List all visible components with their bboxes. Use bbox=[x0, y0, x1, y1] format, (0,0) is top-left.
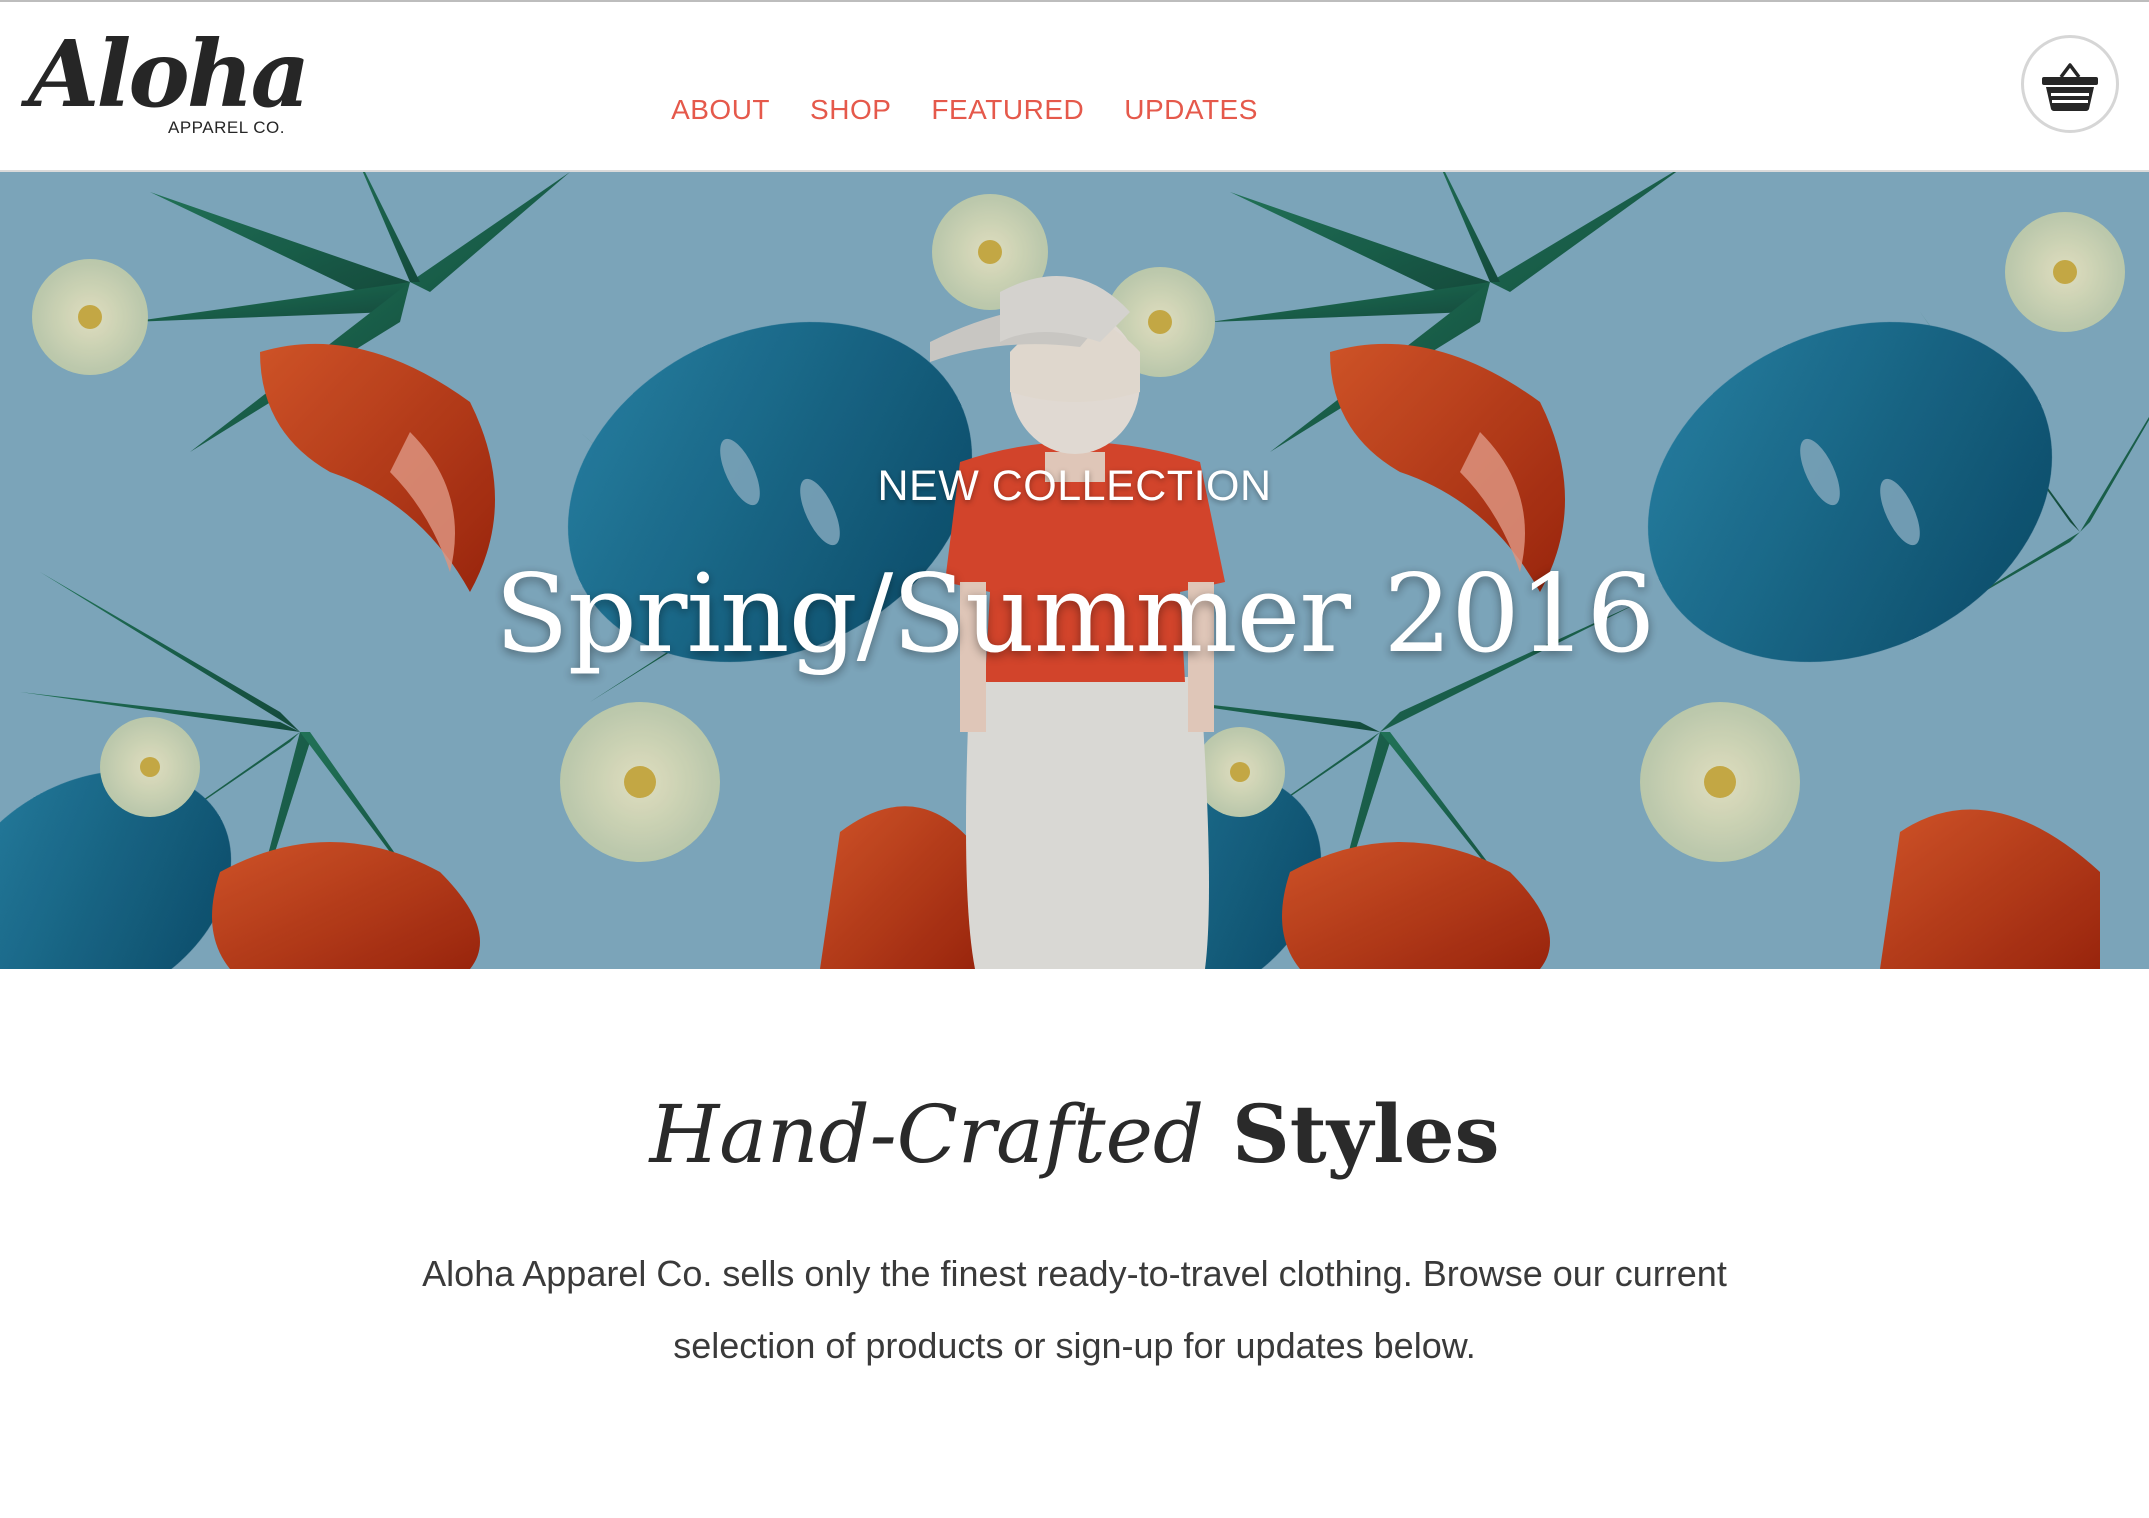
site-header: Aloha APPAREL CO. ABOUT SHOP FEATURED UP… bbox=[0, 0, 2149, 172]
section-title-bold: Styles bbox=[1232, 1087, 1500, 1181]
hero-kicker: NEW COLLECTION bbox=[877, 462, 1272, 510]
hero-banner: NEW COLLECTION Spring/Summer 2016 bbox=[0, 172, 2149, 969]
basket-icon bbox=[2042, 63, 2098, 111]
section-title-italic: Hand-Crafted bbox=[649, 1088, 1205, 1181]
section-description: Aloha Apparel Co. sells only the finest … bbox=[422, 1253, 1727, 1366]
nav-about[interactable]: ABOUT bbox=[671, 88, 770, 132]
page: Aloha APPAREL CO. ABOUT SHOP FEATURED UP… bbox=[0, 0, 2149, 1518]
nav-featured[interactable]: FEATURED bbox=[931, 88, 1084, 132]
main-nav: ABOUT SHOP FEATURED UPDATES bbox=[0, 88, 2149, 132]
nav-shop[interactable]: SHOP bbox=[810, 88, 891, 132]
hero-title: Spring/Summer 2016 bbox=[494, 552, 1655, 677]
cart-button[interactable] bbox=[2021, 35, 2119, 133]
section-title: Hand-Crafted Styles bbox=[0, 1090, 2149, 1179]
nav-updates[interactable]: UPDATES bbox=[1124, 88, 1258, 132]
